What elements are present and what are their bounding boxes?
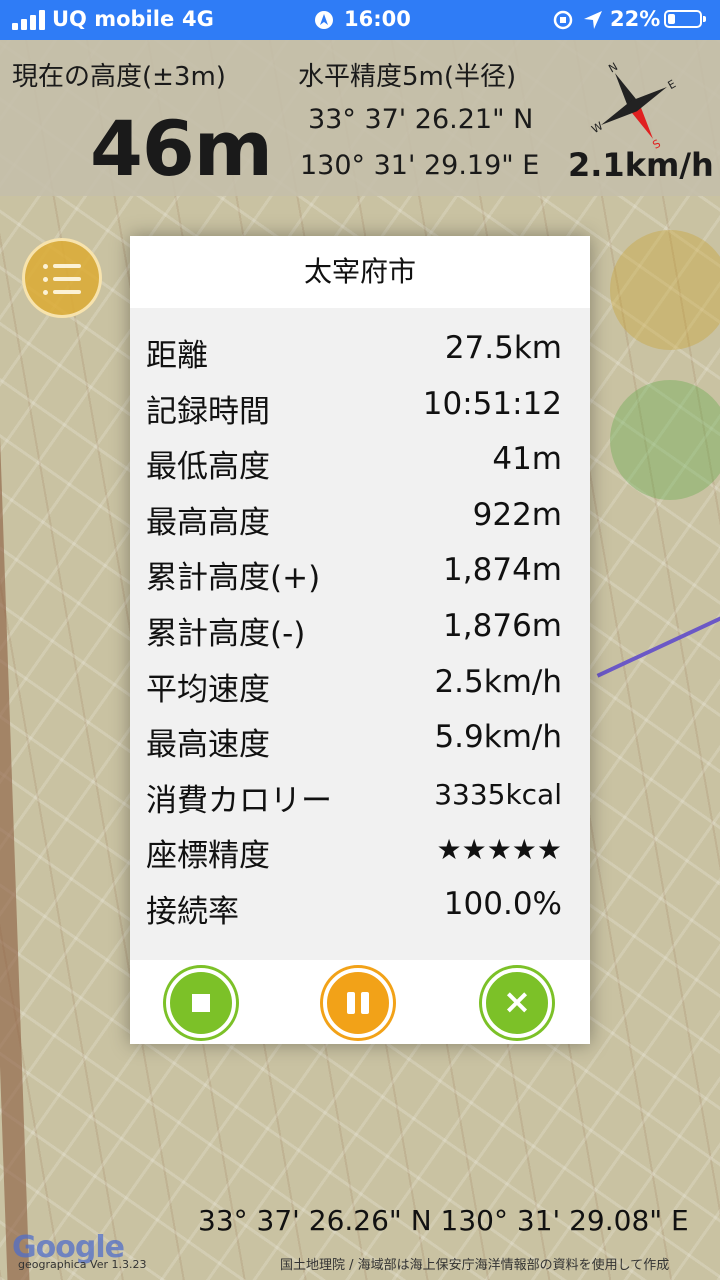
altitude-label: 現在の高度(±3m) [12,62,226,92]
stat-value: 27.5km [444,330,562,366]
stop-icon [192,994,210,1012]
svg-text:N: N [606,60,620,75]
stat-row-average-speed: 平均速度 2.5km/h [130,658,590,714]
stat-value: 2.5km/h [434,663,562,700]
altitude-value: 46m [90,104,273,193]
stat-row-connection-rate: 接続率 100.0% [130,880,590,936]
stat-value: 41m [492,441,562,478]
dialog-actions: × [130,960,590,1044]
stat-row-min-altitude: 最低高度 41m [130,435,590,491]
stat-row-coordinate-accuracy: 座標精度 ★★★★★ [130,824,590,880]
stat-label: 接続率 [146,893,239,930]
map-route-line [596,606,720,678]
location-info-panel: 現在の高度(±3m) 46m 水平精度5m(半径) 33° 37' 26.21"… [0,40,720,196]
battery-level [668,14,675,24]
stat-label: 最低高度 [146,449,270,486]
svg-text:S: S [650,137,663,152]
svg-text:W: W [589,119,605,136]
location-arrow-icon [315,11,333,29]
stat-label: 累計高度(-) [146,615,306,652]
stat-label: 平均速度 [146,671,270,708]
stats-list: 距離 27.5km 記録時間 10:51:12 最低高度 41m 最高高度 92… [130,324,590,936]
signal-icon [12,10,46,30]
app-version: geographica Ver 1.3.23 [18,1258,147,1271]
stat-value: 10:51:12 [422,385,562,422]
app-root: UQ mobile 4G 16:00 22% 現在の高度(±3m) 46m 水平… [0,0,720,1280]
stat-label: 消費カロリー [146,782,332,819]
clock: 16:00 [344,7,411,31]
track-summary-dialog: 太宰府市 距離 27.5km 記録時間 10:51:12 最低高度 41m 最高… [130,236,590,1044]
stat-label: 累計高度(+) [146,560,321,597]
menu-button[interactable] [22,238,102,318]
stat-row-calories: 消費カロリー 3335kcal [130,769,590,825]
stat-value: 5.9km/h [434,719,562,756]
battery-icon [664,10,706,28]
stat-row-total-descent: 累計高度(-) 1,876m [130,602,590,658]
network-type: 4G [182,7,214,31]
orientation-lock-icon [553,10,573,30]
stat-row-total-ascent: 累計高度(+) 1,874m [130,546,590,602]
accuracy-label: 水平精度5m(半径) [298,62,517,92]
close-icon: × [502,982,532,1022]
stat-label: 最高速度 [146,727,270,764]
stat-value: 3335kcal [434,777,562,811]
location-services-icon [584,11,602,29]
map-river [0,239,31,1280]
stop-button[interactable] [166,968,236,1038]
stat-label: 距離 [146,338,208,374]
stat-value: 100.0% [443,885,562,922]
stat-label: 座標精度 [146,838,270,875]
status-bar: UQ mobile 4G 16:00 22% [0,0,720,40]
battery-percent: 22% [610,7,661,31]
pause-button[interactable] [323,968,393,1038]
map-attribution: 国土地理院 / 海域部は海上保安庁海洋情報部の資料を使用して作成 [280,1258,670,1273]
stat-value: 1,874m [443,552,562,589]
carrier-name: UQ mobile [52,7,175,31]
stat-row-recording-time: 記録時間 10:51:12 [130,380,590,436]
close-button[interactable]: × [482,968,552,1038]
stat-row-max-altitude: 最高高度 922m [130,491,590,547]
stat-label: 最高高度 [146,504,270,541]
latitude: 33° 37' 26.21" N [308,104,534,135]
stat-label: 記録時間 [146,393,270,430]
map-area-marker [610,380,720,500]
stat-row-distance: 距離 27.5km [130,324,590,380]
compass-icon[interactable]: N E S W [586,58,682,154]
stat-value: 1,876m [443,607,562,644]
stat-row-max-speed: 最高速度 5.9km/h [130,713,590,769]
stat-value: 922m [472,496,562,533]
longitude: 130° 31' 29.19" E [300,150,540,181]
svg-text:E: E [666,77,679,92]
accuracy-stars: ★★★★★ [436,833,562,867]
dialog-title: 太宰府市 [130,236,590,308]
map-area-marker [610,230,720,350]
map-center-coordinates: 33° 37' 26.26" N 130° 31' 29.08" E [198,1204,689,1237]
